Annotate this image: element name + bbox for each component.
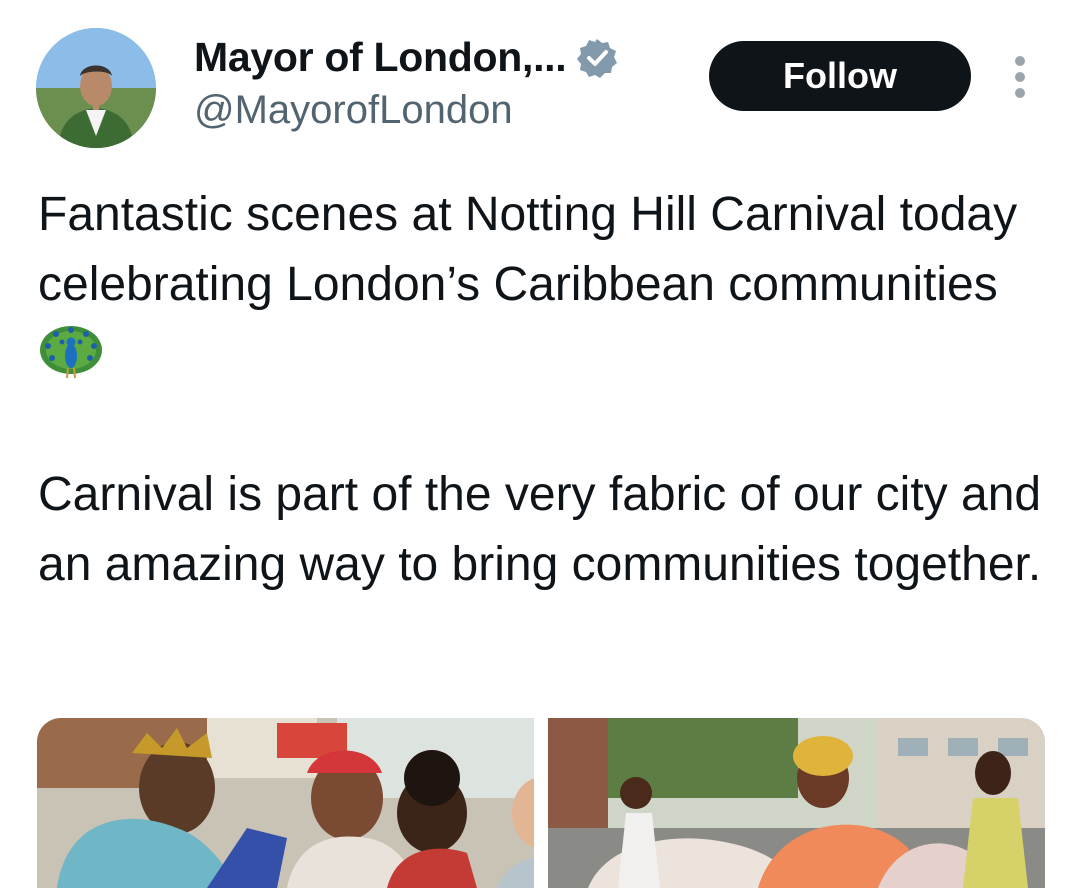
tweet-text: Fantastic scenes at Notting Hill Carniva… [38, 180, 1048, 600]
media-grid [37, 718, 1045, 888]
tweet-paragraph-1: Fantastic scenes at Notting Hill Carniva… [38, 180, 1048, 390]
verified-badge-icon [576, 37, 618, 79]
follow-button[interactable]: Follow [709, 41, 971, 111]
more-options-icon[interactable] [1008, 56, 1032, 98]
carnival-photo-2[interactable] [548, 718, 1045, 888]
tweet-paragraph-1-text: Fantastic scenes at Notting Hill Carniva… [38, 188, 1031, 311]
peacock-emoji-icon [38, 324, 104, 380]
avatar[interactable] [36, 28, 156, 148]
tweet-header: Mayor of London,... @MayorofLondon Follo… [0, 0, 1080, 160]
display-name[interactable]: Mayor of London,... [194, 34, 567, 81]
carnival-photo-1[interactable] [37, 718, 534, 888]
name-row: Mayor of London,... [194, 34, 618, 81]
user-handle[interactable]: @MayorofLondon [194, 88, 513, 133]
tweet-paragraph-2: Carnival is part of the very fabric of o… [38, 468, 1055, 591]
